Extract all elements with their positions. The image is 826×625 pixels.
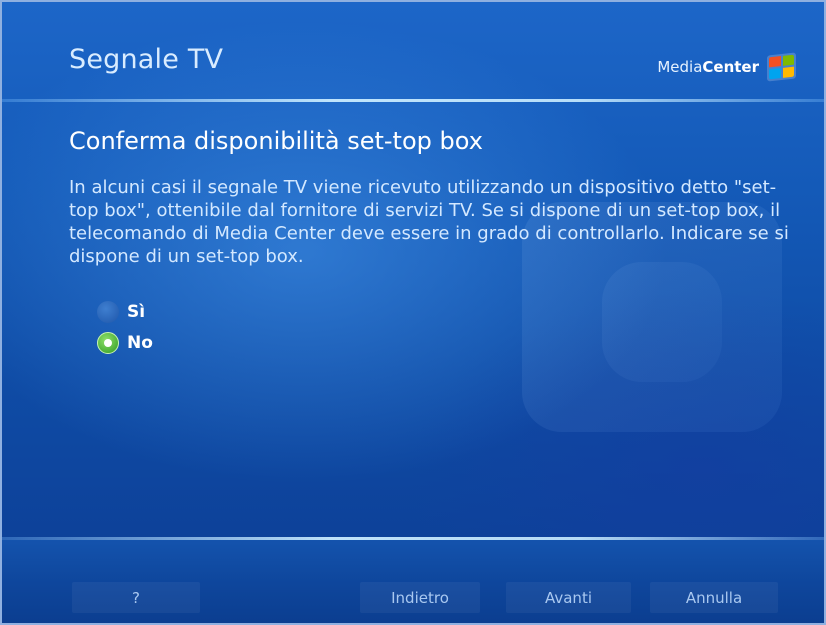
cancel-button[interactable]: Annulla bbox=[650, 582, 778, 613]
header-divider bbox=[2, 99, 824, 102]
footer-divider bbox=[2, 537, 824, 540]
media-center-logo: MediaCenter bbox=[657, 52, 796, 82]
option-si[interactable]: Sì bbox=[97, 301, 145, 323]
media-center-screen: Segnale TV MediaCenter Conferma disponib… bbox=[0, 0, 826, 625]
next-button[interactable]: Avanti bbox=[506, 582, 631, 613]
logo-prefix: Media bbox=[657, 58, 703, 76]
radio-checked-icon[interactable] bbox=[97, 332, 119, 354]
option-label: No bbox=[127, 333, 153, 353]
radio-unchecked-icon[interactable] bbox=[97, 301, 119, 323]
background-shape bbox=[602, 262, 722, 382]
logo-suffix: Center bbox=[702, 58, 759, 76]
page-title: Segnale TV bbox=[69, 44, 224, 75]
option-label: Sì bbox=[127, 302, 146, 322]
section-title: Conferma disponibilità set-top box bbox=[69, 127, 483, 155]
help-button[interactable]: ? bbox=[72, 582, 200, 613]
back-button[interactable]: Indietro bbox=[360, 582, 480, 613]
windows-flag-icon bbox=[767, 52, 796, 82]
option-no[interactable]: No bbox=[97, 332, 153, 354]
description-text: In alcuni casi il segnale TV viene ricev… bbox=[69, 177, 789, 267]
